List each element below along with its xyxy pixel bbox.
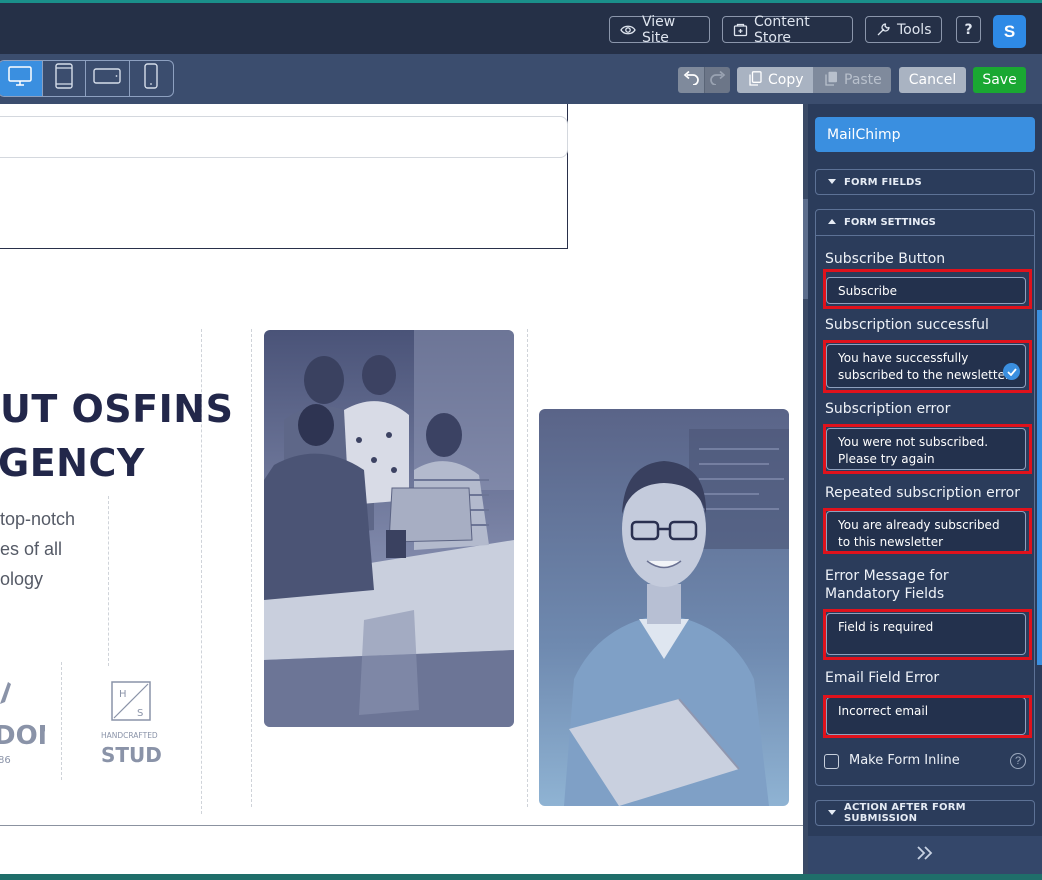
redo-icon [709, 70, 727, 90]
widget-title: MailChimp [827, 126, 901, 143]
form-fields-section-label: FORM FIELDS [844, 176, 922, 188]
paste-button[interactable]: Paste [813, 67, 891, 93]
form-settings-section-toggle[interactable]: FORM SETTINGS [816, 210, 1034, 236]
canvas-scrollbar[interactable] [803, 104, 808, 874]
copy-label: Copy [768, 72, 804, 88]
action-after-submission-label: ACTION AFTER FORM SUBMISSION [844, 802, 966, 824]
copy-icon [749, 70, 762, 90]
mandatory-fields-error-label: Error Message for Mandatory Fields [825, 568, 949, 602]
body-line: top-notch [0, 509, 76, 529]
highlight-box [823, 609, 1032, 660]
collapse-panel-button[interactable] [808, 836, 1042, 874]
section-body-text: top-notch es of all ology [0, 504, 75, 594]
view-site-label: View Site [642, 13, 676, 46]
mobile-view-button[interactable] [130, 61, 173, 96]
view-site-button[interactable]: View Site [609, 13, 710, 46]
highlight-box [823, 508, 1032, 554]
avatar-initial: S [1003, 21, 1016, 41]
store-icon [733, 22, 748, 37]
handcrafted-studio-logo: H S HANDCRAFTED STUDIO [101, 680, 186, 770]
column-divider [108, 496, 109, 666]
device-switcher [0, 60, 174, 97]
logo-partial-small-text: 86 [0, 755, 11, 766]
canvas-scrollbar-thumb[interactable] [803, 199, 808, 299]
help-label: ? [964, 21, 973, 38]
developer-portrait-photo[interactable] [539, 409, 789, 806]
client-logo-partial: DON 86 [0, 680, 59, 770]
tablet-portrait-icon [54, 63, 74, 94]
column-divider [61, 662, 62, 780]
heading-line-1: UT OSFINS [0, 387, 234, 431]
undo-button[interactable] [678, 67, 704, 93]
mobile-icon [143, 63, 159, 94]
editor-toolbar: Copy Paste Cancel Save [0, 54, 1042, 104]
logo-big-text: STUDIO [101, 743, 163, 767]
highlight-box [823, 424, 1032, 474]
repeated-subscription-error-label: Repeated subscription error [825, 485, 1020, 501]
undo-icon [682, 70, 700, 90]
paste-label: Paste [844, 72, 882, 88]
subscribe-button-label: Subscribe Button [825, 251, 946, 267]
content-store-label: Content Store [754, 13, 810, 46]
save-button[interactable]: Save [973, 67, 1026, 93]
email-field-error-label: Email Field Error [825, 670, 940, 686]
heading-line-2: GENCY [0, 441, 145, 485]
redo-button[interactable] [704, 67, 730, 93]
highlight-box [823, 269, 1032, 309]
email-input-preview[interactable] [0, 116, 568, 158]
caret-up-icon [828, 217, 836, 228]
body-line: es of all [0, 539, 63, 559]
page-canvas: UT OSFINS GENCY top-notch es of all olog… [0, 104, 803, 874]
highlight-box [823, 695, 1032, 738]
section-divider [0, 825, 803, 826]
make-form-inline-label: Make Form Inline [849, 753, 960, 768]
paste-icon [825, 71, 838, 90]
history-group [678, 67, 730, 93]
clipboard-group: Copy Paste [737, 67, 891, 93]
form-fields-section-toggle[interactable]: FORM FIELDS [815, 169, 1035, 195]
content-store-button[interactable]: Content Store [722, 13, 853, 46]
save-label: Save [982, 72, 1017, 88]
user-avatar[interactable]: S [993, 15, 1026, 48]
top-header-bar: View Site Content Store Tools ? S [0, 0, 1042, 54]
column-divider [527, 329, 528, 807]
tablet-portrait-view-button[interactable] [43, 61, 87, 96]
desktop-icon [7, 65, 33, 92]
logo-partial-big-text: DON [0, 721, 45, 751]
desktop-view-button[interactable] [0, 61, 43, 96]
caret-down-icon [828, 808, 836, 819]
panel-scrollbar[interactable] [1037, 310, 1042, 665]
cancel-button[interactable]: Cancel [899, 67, 966, 93]
bottom-status-strip [0, 874, 1042, 880]
logo-monogram-h: H [119, 689, 127, 700]
eye-icon [620, 24, 636, 36]
logo-small-text: HANDCRAFTED [101, 731, 158, 740]
subscription-error-label: Subscription error [825, 401, 951, 417]
tablet-landscape-view-button[interactable] [86, 61, 130, 96]
caret-down-icon [828, 177, 836, 188]
tools-label: Tools [897, 21, 932, 38]
tools-button[interactable]: Tools [865, 16, 942, 43]
team-meeting-photo[interactable] [264, 330, 514, 727]
highlight-box [823, 340, 1032, 393]
cancel-label: Cancel [908, 72, 957, 88]
form-settings-section-label: FORM SETTINGS [844, 217, 936, 228]
column-divider [251, 329, 252, 807]
subscription-successful-label: Subscription successful [825, 317, 989, 333]
wrench-icon [876, 22, 891, 37]
body-line: ology [0, 569, 44, 589]
copy-button[interactable]: Copy [737, 67, 813, 93]
help-button[interactable]: ? [956, 16, 981, 43]
double-chevron-right-icon [916, 845, 934, 865]
help-circle-icon[interactable]: ? [1010, 753, 1026, 769]
tablet-landscape-icon [93, 67, 121, 90]
logo-monogram-s: S [137, 708, 143, 719]
action-after-submission-section-toggle[interactable]: ACTION AFTER FORM SUBMISSION [815, 800, 1035, 826]
widget-title-bar: MailChimp [815, 117, 1035, 152]
make-form-inline-checkbox[interactable] [824, 754, 839, 769]
